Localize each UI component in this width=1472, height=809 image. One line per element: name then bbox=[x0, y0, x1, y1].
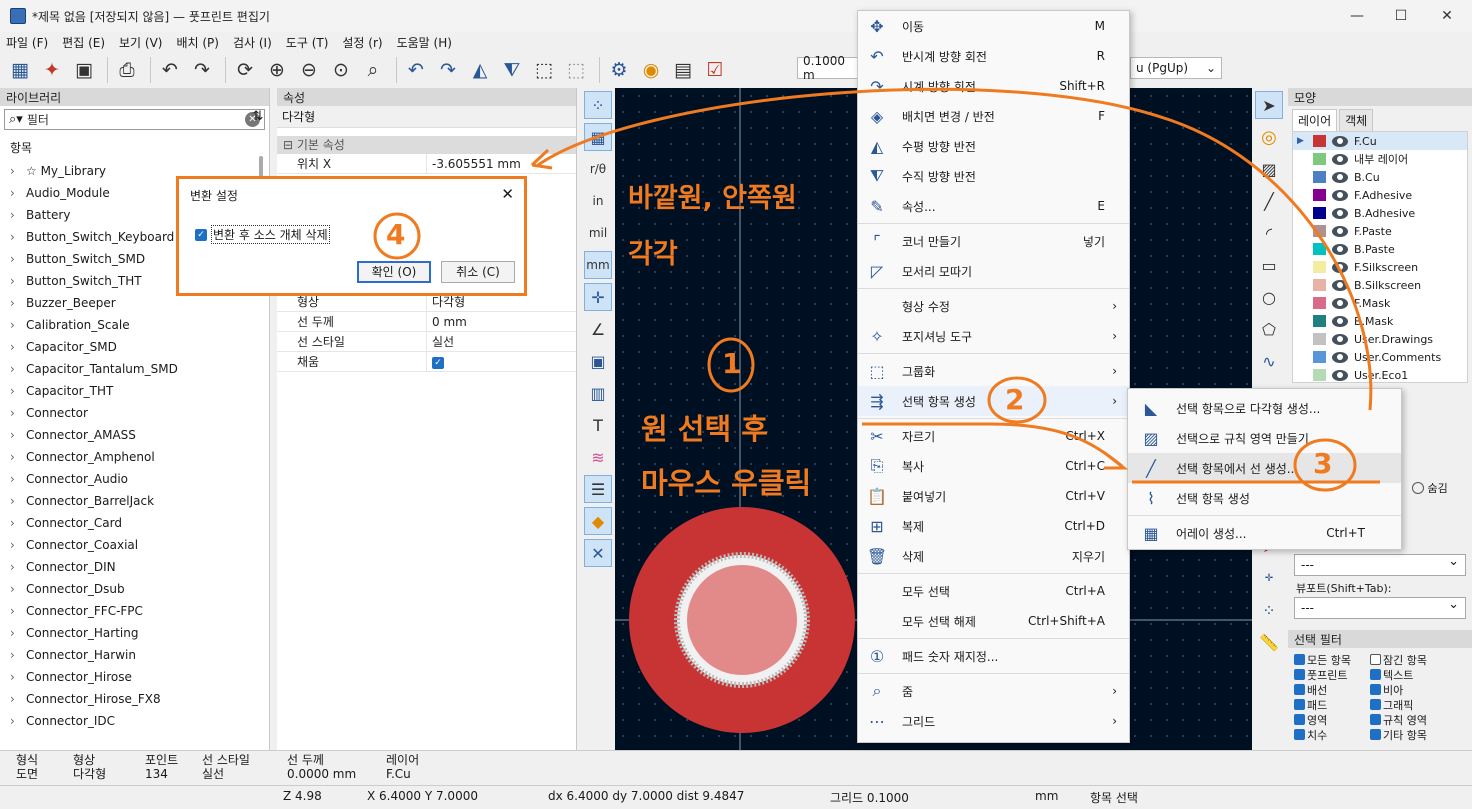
annotation-menu-line bbox=[862, 422, 1123, 468]
annotation-each: 각각 bbox=[628, 239, 678, 270]
annotation-number-4: 4 bbox=[386, 218, 406, 251]
annotation-right-click: 마우스 우클릭 bbox=[641, 466, 812, 500]
annotation-number-2: 2 bbox=[1005, 383, 1025, 416]
annotation-select-circle: 원 선택 후 bbox=[641, 412, 768, 446]
annotation-number-1: 1 bbox=[722, 347, 742, 380]
annotation-outer-inner: 바깥원, 안쪽원 bbox=[628, 183, 797, 214]
annotation-number-3: 3 bbox=[1313, 447, 1333, 480]
annotation-overlay bbox=[373, 87, 1380, 492]
annotation-menu-arrowhead bbox=[1104, 452, 1129, 470]
